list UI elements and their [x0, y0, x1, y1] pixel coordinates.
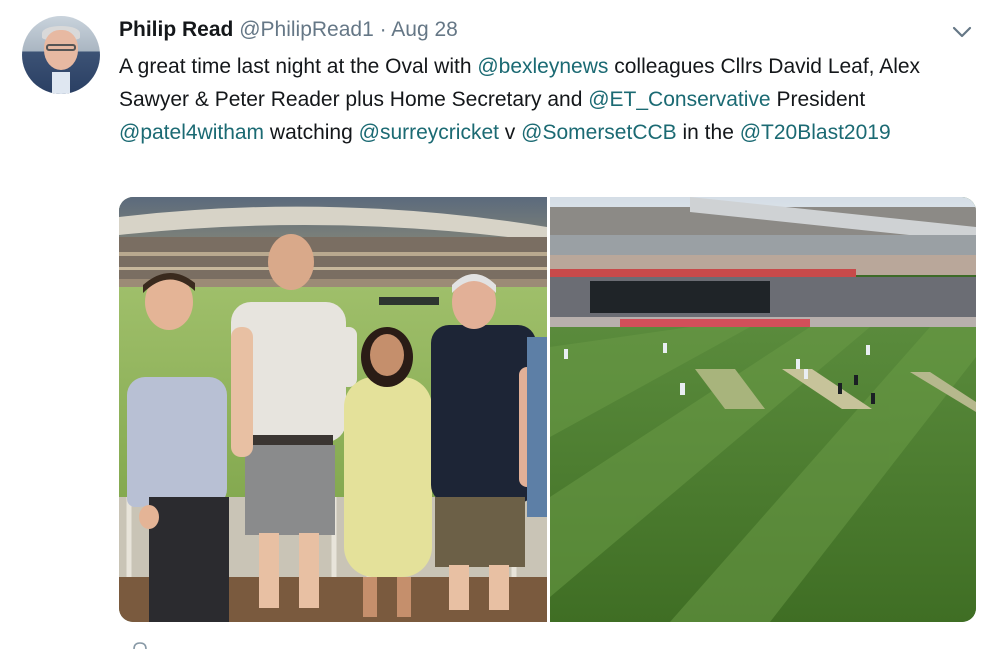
text-segment: A great time last night at the Oval with — [119, 55, 478, 78]
tweet-date[interactable]: Aug 28 — [391, 18, 458, 41]
media-grid — [119, 197, 976, 622]
photo-cricket-pitch[interactable] — [550, 197, 976, 622]
chevron-down-icon[interactable] — [950, 24, 974, 40]
header-separator: · — [379, 18, 387, 41]
mention-link-surreycricket[interactable]: @surreycricket — [359, 121, 499, 144]
author-name[interactable]: Philip Read — [119, 18, 233, 41]
photo-group-at-stadium[interactable] — [119, 197, 547, 622]
mention-link-t20blast2019[interactable]: @T20Blast2019 — [740, 121, 891, 144]
avatar-shirt — [52, 72, 70, 94]
avatar[interactable] — [22, 16, 100, 94]
text-segment: v — [498, 121, 522, 144]
mention-link-somersetccb[interactable]: @SomersetCCB — [521, 121, 677, 144]
mention-link-et-conservative[interactable]: @ET_Conservative — [588, 88, 770, 111]
mention-link-patel4witham[interactable]: @patel4witham — [119, 121, 264, 144]
mention-link-bexleynews[interactable]: @bexleynews — [477, 55, 608, 78]
author-handle[interactable]: @PhilipRead1 — [239, 18, 374, 41]
tweet-text: A great time last night at the Oval with… — [119, 50, 979, 149]
tweet-header: Philip Read @PhilipRead1 · Aug 28 — [119, 16, 458, 44]
tweet: Philip Read @PhilipRead1 · Aug 28 A grea… — [0, 0, 1000, 650]
text-segment: in the — [676, 121, 740, 144]
group-photo-illustration — [119, 197, 547, 622]
avatar-glasses — [46, 44, 76, 51]
reply-icon-partial[interactable] — [132, 641, 148, 650]
text-segment: President — [770, 88, 866, 111]
text-segment: watching — [264, 121, 359, 144]
cricket-photo-illustration — [550, 197, 976, 622]
